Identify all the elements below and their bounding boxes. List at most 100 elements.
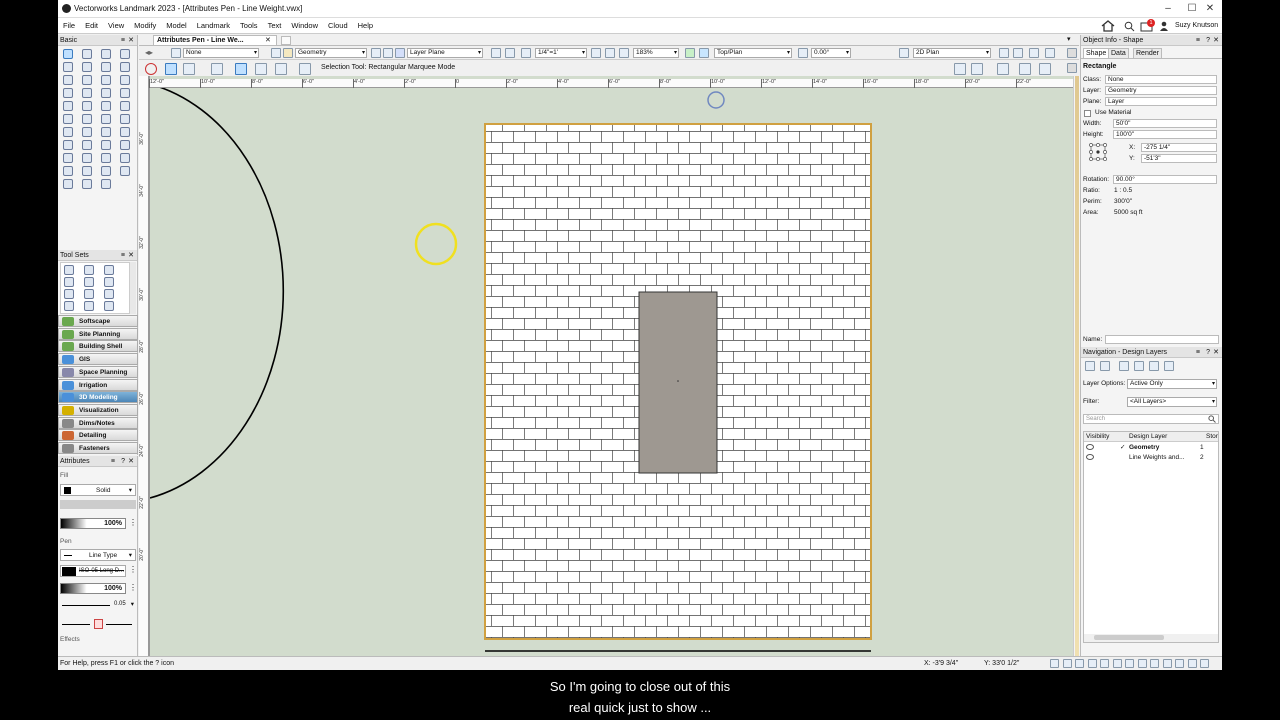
basic-tool-icon[interactable] [101,179,111,189]
polygon-marquee-icon[interactable] [255,63,267,75]
basic-tool-icon[interactable] [82,140,92,150]
basic-tool-icon[interactable] [101,153,111,163]
plane-reset-icon[interactable] [505,48,515,58]
menu-view[interactable]: View [103,18,129,34]
help-icon[interactable]: ? [1206,347,1210,358]
snap-toggle-icon[interactable] [1112,659,1122,668]
basic-tool-icon[interactable] [63,153,73,163]
menu-model[interactable]: Model [161,18,191,34]
tool-set-detailing[interactable]: Detailing [58,429,138,442]
use-material-checkbox[interactable] [1084,110,1091,117]
layer-table-scrollbar[interactable] [1084,634,1218,642]
snap-toggle-icon[interactable] [1087,659,1097,668]
basic-tool-icon[interactable] [63,62,73,72]
tool-set-dims-notes[interactable]: Dims/Notes [58,416,138,429]
tool-set-space-planning[interactable]: Space Planning [58,365,138,378]
fill-opacity-slider[interactable]: 100% [60,518,126,529]
basic-tool-icon[interactable] [101,140,111,150]
drawing-canvas[interactable] [149,76,1073,656]
fill-color-swatch[interactable] [64,487,71,494]
help-icon[interactable]: ? [1206,35,1210,46]
x-field[interactable]: -275 1/4" [1141,143,1217,152]
basic-tool-icon[interactable] [120,153,130,163]
rectangle-marquee-icon[interactable] [235,63,247,75]
layer-field[interactable]: Geometry [1105,86,1217,95]
layer-color-icon[interactable] [283,48,293,58]
document-tab[interactable]: Attributes Pen - Line We... [153,35,277,46]
tab-shape[interactable]: Shape [1083,48,1110,59]
working-plane-dropdown[interactable]: Layer Plane [407,48,483,58]
basic-tool-icon[interactable] [101,75,111,85]
tool-set-tool-icon[interactable] [104,277,114,287]
help-icon[interactable] [1045,48,1055,58]
fill-style-selector[interactable]: Solid ▾ [60,484,136,496]
expand-icon[interactable] [1067,48,1077,58]
snap-toggle-icon[interactable] [1137,659,1147,668]
tool-set-tool-icon[interactable] [84,301,94,311]
basic-tool-icon[interactable] [63,179,73,189]
tool-set-building-shell[interactable]: Building Shell [58,340,138,353]
basic-tool-icon[interactable] [63,166,73,176]
visibility-icon[interactable] [1013,48,1023,58]
basic-tool-icon[interactable] [101,62,111,72]
snap-grid-icon[interactable] [997,63,1009,75]
tool-set-tool-icon[interactable] [64,289,74,299]
layer-search-input[interactable]: Search [1083,414,1219,424]
tool-set-visualization[interactable]: Visualization [58,403,138,416]
menu-text[interactable]: Text [263,18,287,34]
scale-icon[interactable] [521,48,531,58]
menu-help[interactable]: Help [353,18,378,34]
basic-tool-icon[interactable] [101,101,111,111]
class-dropdown[interactable]: None [183,48,259,58]
snap-toggle-icon[interactable] [1062,659,1072,668]
basic-tool-icon[interactable] [120,49,130,59]
menu-landmark[interactable]: Landmark [192,18,235,34]
edit-layer-icon[interactable] [1119,361,1129,371]
basic-tool-icon[interactable] [63,75,73,85]
snap-more-icon[interactable] [1039,63,1051,75]
snap-settings-icon[interactable] [971,63,983,75]
layers-icon[interactable] [271,48,281,58]
palette-close-icon[interactable]: ✕ [128,456,134,467]
palette-menu-icon[interactable]: ≡ [121,250,125,261]
no-selection-icon[interactable] [145,63,157,75]
scale-dropdown[interactable]: 1/4"=1' [535,48,587,58]
snap-toggle-icon[interactable] [1187,659,1197,668]
tool-set-tool-icon[interactable] [64,265,74,275]
basic-tool-icon[interactable] [82,153,92,163]
zoom-fit-icon[interactable] [605,48,615,58]
basic-tool-icon[interactable] [82,62,92,72]
tool-set-tool-icon[interactable] [64,277,74,287]
view-dropdown[interactable]: Top/Plan [714,48,792,58]
rotate-view-icon[interactable] [798,48,808,58]
tool-set-tool-icon[interactable] [84,265,94,275]
tab-data[interactable]: Data [1108,48,1129,59]
basic-tool-icon[interactable] [82,179,92,189]
palette-close-icon[interactable]: ✕ [1213,35,1219,46]
menu-file[interactable]: File [58,18,80,34]
menu-cloud[interactable]: Cloud [323,18,353,34]
view-mode-icon[interactable] [685,48,695,58]
transform-mode-icon[interactable] [211,63,223,75]
tool-set-tool-icon[interactable] [104,301,114,311]
pen-style-selector[interactable]: ISO-05 Long D... [60,565,126,577]
tool-set-tool-icon[interactable] [104,265,114,275]
filter-dropdown[interactable]: <All Layers> [1127,397,1217,407]
basic-tool-icon[interactable] [101,88,111,98]
search-icon[interactable] [1124,21,1135,32]
basic-tool-icon[interactable] [120,127,130,137]
notifications-icon[interactable]: 1 [1140,19,1155,32]
basic-tool-icon[interactable] [120,75,130,85]
tool-set-fasteners[interactable]: Fasteners [58,442,138,454]
vertical-scrollbar[interactable] [1073,76,1080,656]
snap-toggle-icon[interactable] [1050,659,1059,668]
menu-edit[interactable]: Edit [80,18,103,34]
basic-tool-icon[interactable] [82,49,92,59]
height-field[interactable]: 100'0" [1113,130,1217,139]
tool-set-scrollbar[interactable] [130,262,136,314]
pen-style-more-icon[interactable]: ⋮ [129,565,137,574]
plane-field[interactable]: Layer [1105,97,1217,106]
chevron-down-icon[interactable]: ▾ [1067,35,1071,43]
tool-set-tool-icon[interactable] [64,301,74,311]
home-icon[interactable] [1101,20,1115,32]
